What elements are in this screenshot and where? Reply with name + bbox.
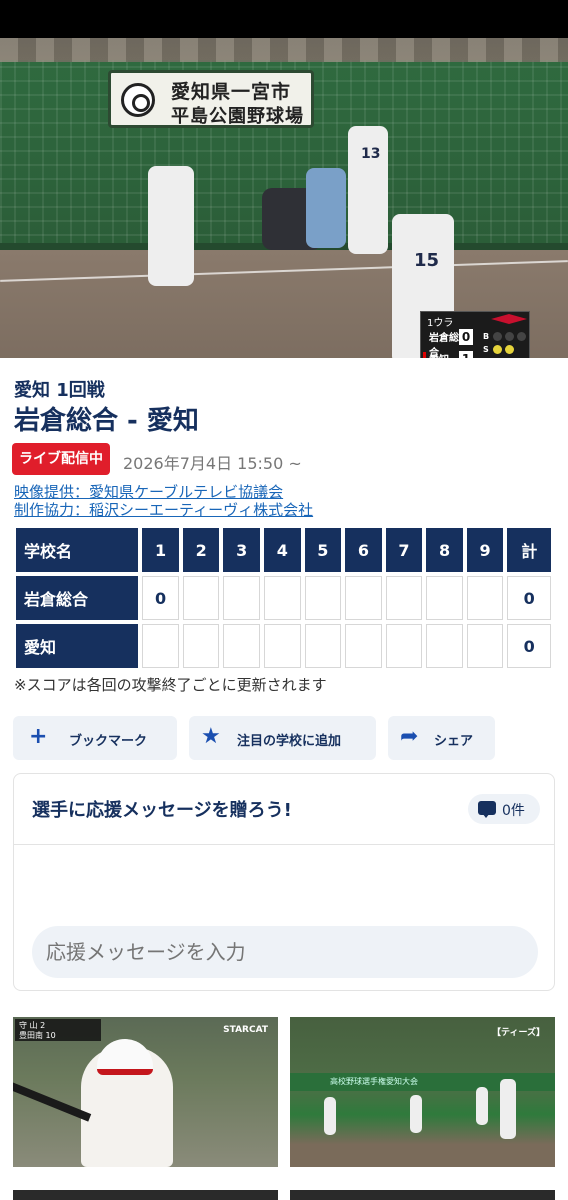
stadium-sign-name: 平島公園野球場 (171, 106, 304, 127)
scoreboard-header-inning: 6 (345, 528, 382, 572)
scoreboard-header-row: 学校名 1 2 3 4 5 6 7 8 9 計 (16, 528, 551, 572)
strike-label: S (483, 345, 489, 354)
video-thumbnail[interactable]: 【ティーズ】 高校野球選手権愛知大会 (290, 1017, 555, 1167)
batting-indicator (423, 352, 426, 358)
runner-number: 15 (414, 250, 440, 271)
scoreboard-team: 岩倉総合 (16, 576, 139, 620)
scoreboard-header-school: 学校名 (16, 528, 139, 572)
video-player[interactable]: 愛知県一宮市 平島公園野球場 13 15 1ウラ 岩倉総合 0 愛知 1 B S… (0, 38, 568, 358)
card-divider (14, 844, 554, 845)
status-bar (0, 0, 568, 38)
live-badge: ライブ配信中 (12, 443, 110, 475)
score-bug: 1ウラ 岩倉総合 0 愛知 1 B S O (420, 311, 530, 358)
scoreboard-header-inning: 3 (223, 528, 261, 572)
scoreboard-row: 愛知 0 (16, 624, 551, 668)
cheer-message-card: 選手に応援メッセージを贈ろう! 0件 (13, 773, 555, 991)
scoreboard-header-inning: 7 (385, 528, 423, 572)
scoreboard-header-inning: 5 (304, 528, 342, 572)
plus-icon: + (29, 724, 48, 749)
bookmark-button[interactable]: + ブックマーク (13, 716, 177, 760)
strike-light (505, 345, 514, 354)
message-count-badge[interactable]: 0件 (468, 794, 540, 824)
scoreboard-header-inning: 4 (264, 528, 301, 572)
thumbnail-scorebox: 守 山 2 豊田南 10 (15, 1019, 101, 1041)
tournament-round: 愛知 1回戦 (14, 380, 105, 401)
star-icon: ★ (201, 724, 221, 749)
inning-score (345, 576, 382, 620)
score-bug-team: 愛知 (429, 351, 463, 358)
score-bug-score: 0 (459, 329, 473, 345)
broadcaster-logo: STARCAT (223, 1025, 268, 1035)
ground-crew-figure (410, 1095, 422, 1133)
inning-score (385, 624, 423, 668)
favorite-label: 注目の学校に追加 (237, 734, 342, 749)
score-bug-inning: 1ウラ (427, 318, 454, 329)
strike-light (493, 345, 502, 354)
ball-light (517, 332, 526, 341)
score-update-note: ※スコアは各回の攻撃終了ごとに更新されます (14, 676, 327, 694)
scoreboard-team: 愛知 (16, 624, 139, 668)
inning-score (304, 624, 342, 668)
bases-diamond-icon (491, 314, 527, 324)
ball-label: B (483, 332, 490, 341)
cheer-message-title: 選手に応援メッセージを贈ろう! (32, 800, 292, 821)
bookmark-label: ブックマーク (69, 734, 148, 749)
inning-score (223, 576, 261, 620)
inning-score (264, 624, 301, 668)
city-emblem-icon (121, 83, 155, 117)
add-favorite-school-button[interactable]: ★ 注目の学校に追加 (189, 716, 376, 760)
stands (0, 38, 568, 62)
umpire (306, 168, 346, 248)
video-thumbnail[interactable]: 守 山 2 豊田南 10 STARCAT (13, 1017, 278, 1167)
next-thumbnail-row (13, 1190, 278, 1200)
production-credit-link[interactable]: 制作協力：稲沢シーエーティーヴィ株式会社 (14, 499, 313, 520)
scoreboard-header-inning: 8 (426, 528, 463, 572)
batter-number: 13 (361, 146, 381, 162)
scoreboard-header-inning: 2 (182, 528, 220, 572)
comment-icon (478, 801, 496, 818)
scoreboard-header-inning: 9 (466, 528, 504, 572)
inning-score (182, 624, 220, 668)
inning-score (345, 624, 382, 668)
next-thumbnail-row (290, 1190, 555, 1200)
batter: 13 (348, 126, 388, 254)
inning-score (466, 576, 504, 620)
inning-score (304, 576, 342, 620)
bat (13, 1080, 92, 1122)
ball-light (505, 332, 514, 341)
inning-score (385, 576, 423, 620)
total-score: 0 (507, 624, 551, 668)
inning-score (223, 624, 261, 668)
scoreboard-row: 岩倉総合 0 0 (16, 576, 551, 620)
inning-score (426, 576, 463, 620)
score-bug-score: 1 (459, 351, 473, 358)
inning-score (426, 624, 463, 668)
match-title: 岩倉総合 - 愛知 (14, 406, 199, 436)
scoreboard-table: 学校名 1 2 3 4 5 6 7 8 9 計 岩倉総合 0 0 愛知 0 (12, 524, 555, 672)
stadium-sign-city: 愛知県一宮市 (171, 81, 292, 103)
inning-score (466, 624, 504, 668)
match-datetime: 2026年7月4日 15:50 ~ (123, 454, 302, 473)
pitcher (148, 166, 194, 286)
stadium-sign: 愛知県一宮市 平島公園野球場 (108, 70, 314, 128)
inning-score: 0 (142, 576, 179, 620)
cheer-message-input[interactable] (32, 926, 538, 978)
thumbnail-score-line: 豊田南 10 (19, 1031, 56, 1040)
share-label: シェア (434, 734, 474, 749)
share-button[interactable]: ➦ シェア (388, 716, 495, 760)
scoreboard-header-total: 計 (507, 528, 551, 572)
inning-score (142, 624, 179, 668)
total-score: 0 (507, 576, 551, 620)
batting-helmet (97, 1039, 153, 1075)
broadcaster-logo: 【ティーズ】 (491, 1028, 545, 1038)
ground-crew-figure (324, 1097, 336, 1135)
inning-score (264, 576, 301, 620)
ground-crew-figure (476, 1087, 488, 1125)
message-count: 0件 (502, 803, 525, 819)
scoreboard-header-inning: 1 (142, 528, 179, 572)
ball-light (493, 332, 502, 341)
inning-score (182, 576, 220, 620)
ground-crew-figure (500, 1079, 516, 1139)
share-arrow-icon: ➦ (400, 724, 419, 749)
